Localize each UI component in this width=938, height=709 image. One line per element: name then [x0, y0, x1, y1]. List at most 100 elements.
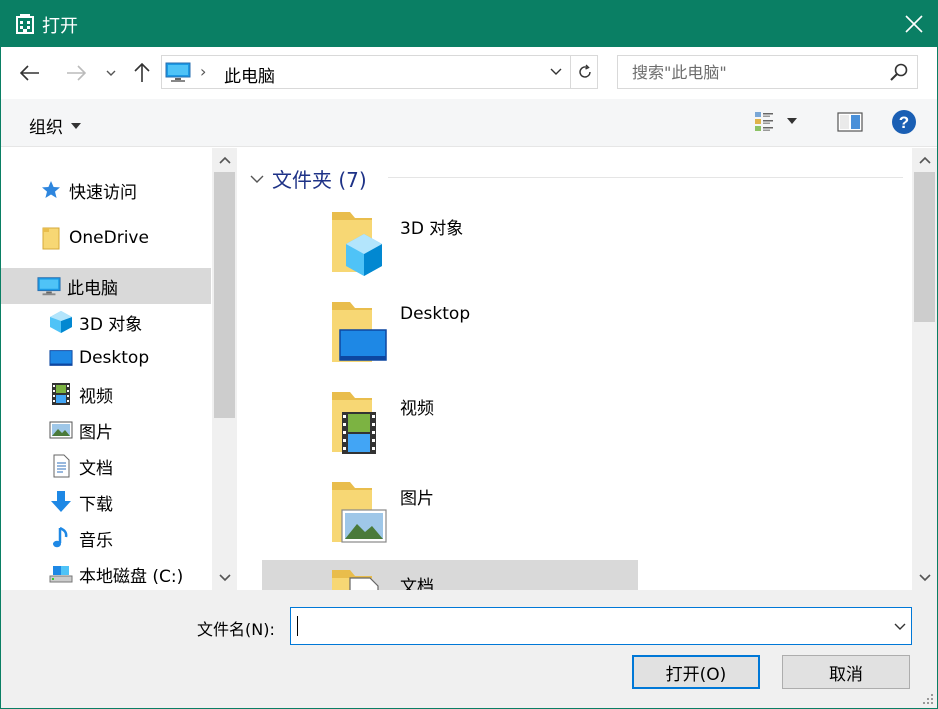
- sidebar-item-label: 下载: [79, 494, 113, 515]
- folder-tile[interactable]: 文档: [262, 560, 638, 590]
- scrollbar-thumb[interactable]: [214, 172, 235, 418]
- group-header-label: 文件夹 (7): [272, 168, 367, 192]
- help-icon: ?: [892, 110, 916, 134]
- file-list-pane: 文件夹 (7) 3D 对象 Desktop 视频 图片 文档: [238, 148, 937, 590]
- chevron-down-icon: [218, 574, 231, 582]
- desktop-folder-icon: [332, 302, 387, 362]
- back-button[interactable]: [15, 57, 45, 89]
- sidebar-item-label: 文档: [79, 458, 113, 479]
- onedrive-folder-icon: [39, 226, 63, 250]
- sidebar-item-documents[interactable]: 文档: [49, 448, 113, 484]
- chevron-down-icon[interactable]: [893, 616, 907, 636]
- sidebar-item-videos[interactable]: 视频: [49, 376, 113, 412]
- computer-icon: [37, 274, 61, 298]
- filename-input[interactable]: [291, 608, 881, 644]
- sidebar-item-this-pc[interactable]: 此电脑: [1, 268, 211, 304]
- chevron-up-icon: [218, 156, 231, 164]
- up-button[interactable]: [129, 57, 155, 89]
- close-icon: [905, 15, 923, 33]
- resize-grip-icon[interactable]: [922, 693, 934, 705]
- sidebar-item-label: 本地磁盘 (C:): [79, 566, 184, 587]
- svg-text:?: ?: [899, 113, 909, 132]
- music-icon: [49, 526, 73, 550]
- view-options-icon: [755, 112, 773, 131]
- cancel-button[interactable]: 取消: [782, 655, 910, 689]
- scroll-down-button[interactable]: [912, 566, 937, 590]
- folder-label: Desktop: [400, 304, 471, 324]
- sidebar-item-desktop[interactable]: Desktop: [49, 340, 149, 376]
- pictures-icon: [49, 418, 73, 442]
- preview-pane-button[interactable]: [837, 111, 863, 138]
- title-bar: 打开: [1, 1, 937, 47]
- preview-pane-icon: [837, 112, 863, 132]
- folder-tile[interactable]: 图片: [262, 472, 638, 560]
- 3d-objects-folder-icon: [332, 212, 382, 276]
- folder-tile[interactable]: 3D 对象: [262, 202, 638, 290]
- documents-icon: [49, 454, 73, 478]
- scroll-up-button[interactable]: [212, 148, 237, 172]
- sidebar-item-label: 视频: [79, 386, 113, 407]
- group-divider: [388, 177, 903, 178]
- breadcrumb[interactable]: 此电脑: [224, 62, 275, 87]
- search-icon[interactable]: [889, 62, 909, 82]
- sidebar-item-label: 图片: [79, 422, 113, 443]
- drive-icon: [49, 562, 73, 586]
- window-title: 打开: [42, 16, 78, 37]
- search-input[interactable]: [618, 56, 878, 88]
- download-icon: [49, 490, 73, 514]
- scroll-up-button[interactable]: [912, 148, 937, 172]
- scroll-down-button[interactable]: [212, 566, 237, 590]
- sidebar-item-local-disk-c[interactable]: 本地磁盘 (C:): [49, 556, 183, 590]
- sidebar-item-label: 此电脑: [67, 278, 118, 299]
- sidebar-item-label: 音乐: [79, 530, 113, 551]
- navigation-pane: 快速访问 OneDrive 此电脑 3D 对象 Desktop 视频 图片 文档…: [1, 148, 237, 590]
- 3d-objects-icon: [49, 310, 73, 334]
- address-bar[interactable]: › 此电脑: [161, 55, 598, 89]
- organize-button[interactable]: 组织: [29, 113, 81, 138]
- help-button[interactable]: ?: [891, 109, 917, 140]
- video-icon: [49, 382, 73, 406]
- navigation-bar: › 此电脑: [1, 47, 937, 99]
- sidebar-scrollbar[interactable]: [212, 148, 237, 590]
- arrow-up-icon: [134, 63, 150, 82]
- sidebar-item-quick-access[interactable]: 快速访问: [39, 172, 137, 208]
- filename-label: 文件名(N):: [197, 620, 275, 639]
- sidebar-item-label: Desktop: [79, 348, 150, 368]
- refresh-icon: [578, 64, 591, 78]
- sidebar-item-3d-objects[interactable]: 3D 对象: [49, 304, 142, 340]
- sidebar-item-onedrive[interactable]: OneDrive: [39, 220, 149, 256]
- open-button[interactable]: 打开(O): [632, 655, 760, 689]
- chevron-down-icon: [250, 175, 264, 183]
- documents-folder-icon: [332, 570, 379, 590]
- chevron-down-icon: [918, 574, 931, 582]
- sidebar-item-pictures[interactable]: 图片: [49, 412, 113, 448]
- text-cursor: [297, 616, 298, 636]
- refresh-button[interactable]: [570, 56, 598, 88]
- recent-locations-button[interactable]: [101, 57, 121, 89]
- videos-folder-icon: [332, 392, 376, 454]
- desktop-icon: [49, 346, 73, 370]
- sidebar-item-downloads[interactable]: 下载: [49, 484, 113, 520]
- command-bar: 组织 ?: [1, 99, 937, 147]
- folder-tile[interactable]: 视频: [262, 382, 638, 470]
- filename-combobox[interactable]: [290, 607, 912, 645]
- caret-down-icon: [787, 118, 797, 124]
- caret-down-icon: [71, 122, 81, 129]
- sidebar-item-label: 快速访问: [69, 182, 137, 203]
- arrow-left-icon: [20, 65, 39, 81]
- sidebar-item-music[interactable]: 音乐: [49, 520, 113, 556]
- search-box[interactable]: [617, 55, 918, 89]
- close-button[interactable]: [891, 1, 937, 47]
- group-header-folders[interactable]: 文件夹 (7): [250, 164, 367, 193]
- address-history-button[interactable]: [544, 56, 568, 88]
- forward-button[interactable]: [61, 57, 91, 89]
- pictures-folder-icon: [332, 482, 387, 543]
- scrollbar-thumb[interactable]: [914, 172, 935, 322]
- content-scrollbar[interactable]: [912, 148, 937, 590]
- folder-tile[interactable]: Desktop: [262, 292, 638, 380]
- app-icon: [16, 14, 34, 34]
- folder-label: 3D 对象: [400, 219, 464, 239]
- chevron-up-icon: [918, 156, 931, 164]
- star-icon: [39, 178, 63, 202]
- change-view-button[interactable]: [753, 109, 797, 133]
